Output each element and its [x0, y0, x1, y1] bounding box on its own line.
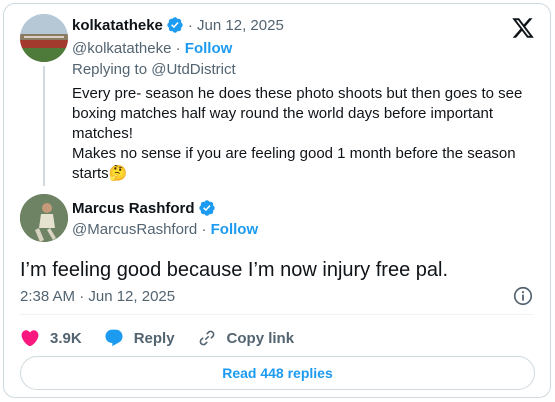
reply-text-line: Makes no sense if you are feeling good 1… — [72, 145, 516, 182]
verified-badge-icon — [198, 200, 215, 216]
divider — [20, 314, 534, 315]
follow-button[interactable]: Follow — [211, 221, 259, 238]
copy-link-label: Copy link — [226, 329, 295, 347]
author-handle[interactable]: @MarcusRashford — [72, 221, 197, 238]
speech-bubble-icon — [105, 329, 123, 347]
x-logo-icon[interactable] — [511, 16, 535, 40]
like-count: 3.9K — [50, 329, 82, 347]
reply-date[interactable]: · Jun 12, 2025 — [188, 17, 284, 34]
read-replies-button[interactable]: Read 448 replies — [20, 356, 535, 390]
reply-tweet-header: kolkatatheke · Jun 12, 2025 — [72, 16, 284, 34]
info-icon[interactable] — [512, 285, 534, 307]
reply-author-name[interactable]: kolkatatheke — [72, 17, 163, 34]
replying-prefix: Replying to — [72, 61, 152, 78]
avatar[interactable] — [20, 194, 68, 242]
link-icon — [199, 330, 214, 346]
separator-dot: · — [201, 221, 207, 238]
action-bar: 3.9K Reply Copy link — [20, 327, 316, 349]
reply-label: Reply — [133, 329, 175, 347]
author-name[interactable]: Marcus Rashford — [72, 200, 195, 217]
tweet-text: I’m feeling good because I’m now injury … — [20, 259, 449, 281]
reply-text-line: Every pre- season he does these photo sh… — [72, 85, 523, 142]
follow-button[interactable]: Follow — [185, 40, 233, 57]
avatar[interactable] — [20, 14, 68, 62]
copy-link-button[interactable]: Copy link — [197, 328, 295, 348]
heart-icon — [21, 330, 39, 347]
reply-button[interactable]: Reply — [104, 328, 175, 348]
thread-connector-line — [43, 66, 45, 186]
player-photo — [20, 194, 68, 242]
reply-tweet-text: Every pre- season he does these photo sh… — [72, 84, 532, 184]
main-handle-row: @MarcusRashford · Follow — [72, 221, 258, 238]
verified-badge-icon — [167, 17, 183, 33]
reply-handle-row: @kolkatatheke · Follow — [72, 40, 232, 57]
like-button[interactable]: 3.9K — [20, 328, 82, 348]
tweet-timestamp[interactable]: 2:38 AM · Jun 12, 2025 — [20, 288, 175, 305]
stadium-image — [20, 14, 68, 62]
separator-dot: · — [175, 40, 181, 57]
replying-to: Replying to @UtdDistrict — [72, 61, 236, 78]
reply-author-handle[interactable]: @kolkatatheke — [72, 40, 171, 57]
main-tweet-header: Marcus Rashford — [72, 199, 216, 217]
replying-to-mention[interactable]: @UtdDistrict — [151, 61, 235, 78]
